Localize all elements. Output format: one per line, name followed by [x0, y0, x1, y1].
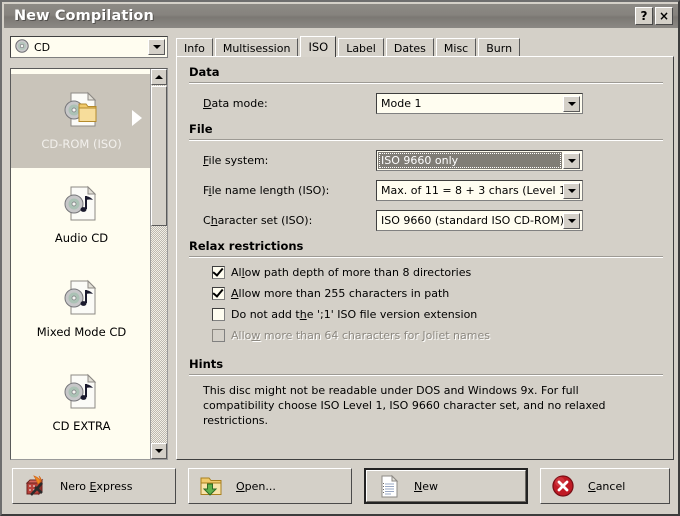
checkbox-row-joliet-names: Allow more than 64 characters for Joliet… [189, 329, 663, 342]
group-divider [189, 256, 663, 258]
group-divider [189, 139, 663, 141]
field-character-set: Character set (ISO): ISO 9660 (standard … [189, 210, 663, 231]
group-divider [189, 82, 663, 84]
chevron-down-icon[interactable] [563, 213, 580, 229]
scroll-up-arrow-icon[interactable] [151, 69, 167, 85]
data-mode-select[interactable]: Mode 1 [376, 93, 583, 114]
list-scrollbar[interactable] [150, 69, 167, 459]
nero-burn-icon [22, 473, 48, 499]
new-button[interactable]: New [364, 468, 528, 504]
character-set-value: ISO 9660 (standard ISO CD-ROM) [381, 214, 565, 227]
field-data-mode: Data mode: Mode 1 [189, 93, 663, 114]
hints-text: This disc might not be readable under DO… [203, 384, 606, 427]
window-title: New Compilation [14, 8, 154, 24]
list-item-label: CD EXTRA [52, 419, 111, 433]
chevron-down-icon[interactable] [563, 153, 580, 169]
left-column: CD [10, 36, 168, 58]
media-type-value: CD [34, 40, 51, 54]
list-item[interactable]: CD-ROM (ISO) [11, 74, 152, 168]
character-set-select[interactable]: ISO 9660 (standard ISO CD-ROM) [376, 210, 583, 231]
checkbox-label: Allow more than 255 characters in path [231, 287, 450, 300]
checkbox-label: Allow more than 64 characters for Joliet… [231, 329, 490, 342]
close-button[interactable]: × [655, 7, 673, 25]
list-item-label: Mixed Mode CD [36, 325, 127, 339]
media-type-select[interactable]: CD [10, 36, 168, 58]
checkbox-joliet-names [212, 329, 225, 342]
button-label: Nero Express [60, 479, 133, 493]
cd-folder-document-icon [61, 91, 103, 132]
help-button[interactable]: ? [635, 7, 653, 25]
dialog-button-bar: Nero Express Open... New Cancel [8, 464, 674, 508]
group-divider [189, 374, 663, 376]
data-mode-value: Mode 1 [381, 97, 422, 110]
field-label: File name length (ISO): [203, 184, 330, 197]
group-file: File File system: ISO 9660 only File nam… [189, 122, 663, 231]
new-compilation-dialog: New Compilation ? × CD CD-ROM (ISO) Audi… [0, 0, 680, 516]
chevron-down-icon[interactable] [563, 96, 580, 112]
field-label: Data mode: [203, 97, 268, 110]
open-folder-icon [198, 473, 224, 499]
tab-strip: Info Multisession ISO Label Dates Misc B… [176, 36, 674, 57]
tab-burn[interactable]: Burn [478, 38, 521, 57]
group-title-hints: Hints [189, 357, 224, 371]
title-bar-buttons: ? × [635, 7, 673, 25]
field-file-name-length: File name length (ISO): Max. of 11 = 8 +… [189, 180, 663, 201]
checkbox-version-extension[interactable] [212, 308, 225, 321]
list-item[interactable]: Mixed Mode CD [11, 262, 152, 356]
group-title-file: File [189, 122, 213, 136]
chevron-down-icon[interactable] [563, 183, 580, 199]
cd-music-document-icon [61, 373, 103, 414]
tab-dates[interactable]: Dates [385, 38, 434, 57]
checkbox-row-version-extension[interactable]: Do not add the ';1' ISO file version ext… [189, 308, 663, 321]
cd-music-document-icon [61, 279, 103, 320]
button-label: Open... [236, 479, 276, 493]
open-button[interactable]: Open... [188, 468, 352, 504]
checkbox-row-255-chars[interactable]: Allow more than 255 characters in path [189, 286, 663, 300]
new-document-icon [376, 473, 402, 499]
nero-express-button[interactable]: Nero Express [12, 468, 176, 504]
cd-disc-icon [15, 38, 29, 56]
compilation-type-list[interactable]: CD-ROM (ISO) Audio CD Mixed Mode CD CD E… [10, 68, 168, 460]
scroll-down-arrow-icon[interactable] [151, 443, 167, 459]
group-hints: Hints This disc might not be readable un… [189, 357, 663, 429]
group-title-relax: Relax restrictions [189, 239, 304, 253]
iso-tab-panel: Data Data mode: Mode 1 File File system:… [176, 56, 674, 460]
button-label: New [414, 479, 438, 493]
scrollbar-thumb[interactable] [151, 86, 167, 226]
checkbox-label: Do not add the ';1' ISO file version ext… [231, 308, 478, 321]
title-bar: New Compilation ? × [4, 4, 678, 28]
cancel-circle-icon [550, 473, 576, 499]
list-item-label: Audio CD [54, 231, 109, 245]
file-name-length-value: Max. of 11 = 8 + 3 chars (Level 1) [381, 184, 571, 197]
checkbox-row-path-depth[interactable]: Allow path depth of more than 8 director… [189, 265, 663, 279]
tab-misc[interactable]: Misc [435, 38, 477, 57]
checkbox-255-chars[interactable] [212, 286, 225, 300]
checkbox-path-depth[interactable] [212, 265, 225, 279]
tab-label[interactable]: Label [338, 38, 384, 57]
field-label: Character set (ISO): [203, 214, 313, 227]
button-label: Cancel [588, 479, 626, 493]
file-system-select[interactable]: ISO 9660 only [376, 150, 583, 171]
selection-arrow-icon [132, 110, 142, 126]
tab-multisession[interactable]: Multisession [214, 38, 299, 57]
cancel-button[interactable]: Cancel [540, 468, 670, 504]
group-data: Data Data mode: Mode 1 [189, 65, 663, 114]
chevron-down-icon[interactable] [148, 39, 165, 55]
file-system-value: ISO 9660 only [381, 154, 459, 167]
tab-iso[interactable]: ISO [300, 36, 337, 57]
list-item[interactable]: CD EXTRA [11, 356, 152, 450]
list-item-label: CD-ROM (ISO) [41, 137, 122, 151]
field-label: File system: [203, 154, 269, 167]
file-name-length-select[interactable]: Max. of 11 = 8 + 3 chars (Level 1) [376, 180, 583, 201]
checkbox-label: Allow path depth of more than 8 director… [231, 266, 472, 279]
group-title-data: Data [189, 65, 220, 79]
tab-info[interactable]: Info [176, 38, 213, 57]
list-item[interactable]: Audio CD [11, 168, 152, 262]
group-relax-restrictions: Relax restrictions Allow path depth of m… [189, 239, 663, 342]
field-file-system: File system: ISO 9660 only [189, 150, 663, 171]
cd-music-document-icon [61, 185, 103, 226]
